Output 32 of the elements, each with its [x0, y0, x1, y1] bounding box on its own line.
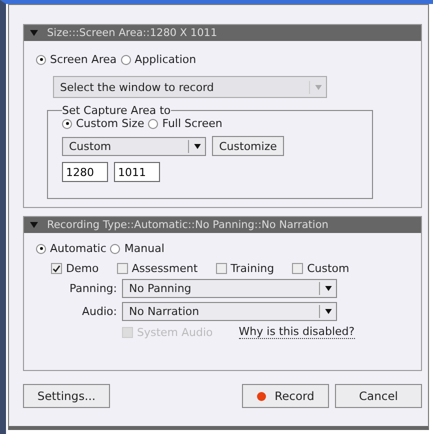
- panning-dropdown[interactable]: No Panning: [122, 279, 337, 298]
- panel-title: Recording Type::Automatic::No Panning::No Narration: [47, 219, 328, 231]
- preset-dropdown[interactable]: Custom: [62, 136, 206, 156]
- field-label: Panning:: [68, 282, 118, 295]
- radio-option[interactable]: Manual: [110, 242, 164, 255]
- checkbox-option[interactable]: Assessment: [116, 262, 198, 275]
- checkbox-option[interactable]: Training: [216, 262, 274, 275]
- dropdown-arrow-icon: [324, 286, 332, 291]
- panel-header[interactable]: Size:::Screen Area::1280 X 1011: [24, 25, 421, 41]
- dropdown-arrow-icon: [194, 144, 200, 148]
- height-field[interactable]: 1011: [114, 162, 160, 182]
- customize-button[interactable]: Customize: [212, 136, 284, 156]
- record-button[interactable]: Record: [242, 384, 329, 408]
- width-field[interactable]: 1280: [62, 162, 108, 182]
- cancel-button[interactable]: Cancel: [335, 384, 422, 408]
- radio-option[interactable]: Application: [120, 53, 196, 66]
- radio-option[interactable]: Automatic: [36, 242, 106, 255]
- radio-option[interactable]: Screen Area: [36, 53, 117, 66]
- settings-button[interactable]: Settings...: [23, 384, 110, 408]
- radio-option[interactable]: Custom Size: [62, 117, 144, 130]
- group-title: Set Capture Area to: [62, 104, 171, 117]
- help-link[interactable]: Why is this disabled?: [238, 325, 355, 339]
- dropdown-arrow-icon: [324, 309, 332, 314]
- panel-title: Size:::Screen Area::1280 X 1011: [47, 27, 218, 39]
- dropdown-arrow-icon: [314, 84, 322, 90]
- field-label: Audio:: [81, 305, 118, 318]
- checkbox-option[interactable]: Custom: [292, 262, 350, 275]
- checkbox-option[interactable]: Demo: [51, 262, 99, 275]
- panel-header[interactable]: Recording Type::Automatic::No Panning::No Narration: [24, 217, 421, 233]
- audio-dropdown[interactable]: No Narration: [122, 302, 337, 321]
- record-icon: [256, 392, 266, 400]
- radio-option[interactable]: Full Screen: [148, 117, 222, 130]
